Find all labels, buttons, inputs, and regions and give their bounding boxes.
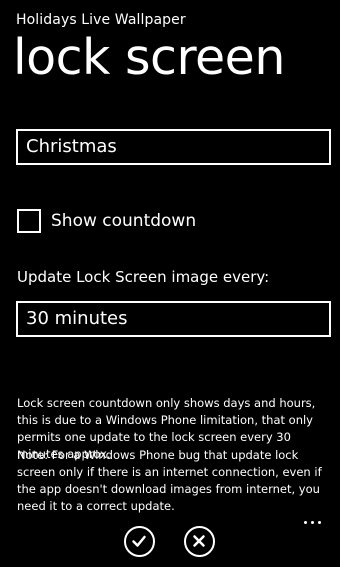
- check-icon: [132, 535, 146, 547]
- update-interval-label: Update Lock Screen image every:: [17, 268, 270, 286]
- update-interval-selector[interactable]: 30 minutes: [16, 301, 331, 337]
- show-countdown-checkbox[interactable]: [17, 209, 41, 233]
- confirm-button[interactable]: [124, 526, 155, 557]
- holiday-selector[interactable]: Christmas: [16, 129, 331, 165]
- app-title: Holidays Live Wallpaper: [16, 12, 186, 28]
- show-countdown-label[interactable]: Show countdown: [51, 211, 196, 231]
- bug-note-text: Note: For a Windows Phone bug that updat…: [17, 448, 322, 513]
- close-icon: [193, 535, 205, 547]
- page-title: lock screen: [13, 29, 285, 86]
- cancel-button[interactable]: [184, 526, 215, 557]
- app-bar: [0, 521, 340, 567]
- more-icon[interactable]: [304, 521, 321, 524]
- show-countdown-checkbox-row[interactable]: Show countdown: [17, 207, 196, 235]
